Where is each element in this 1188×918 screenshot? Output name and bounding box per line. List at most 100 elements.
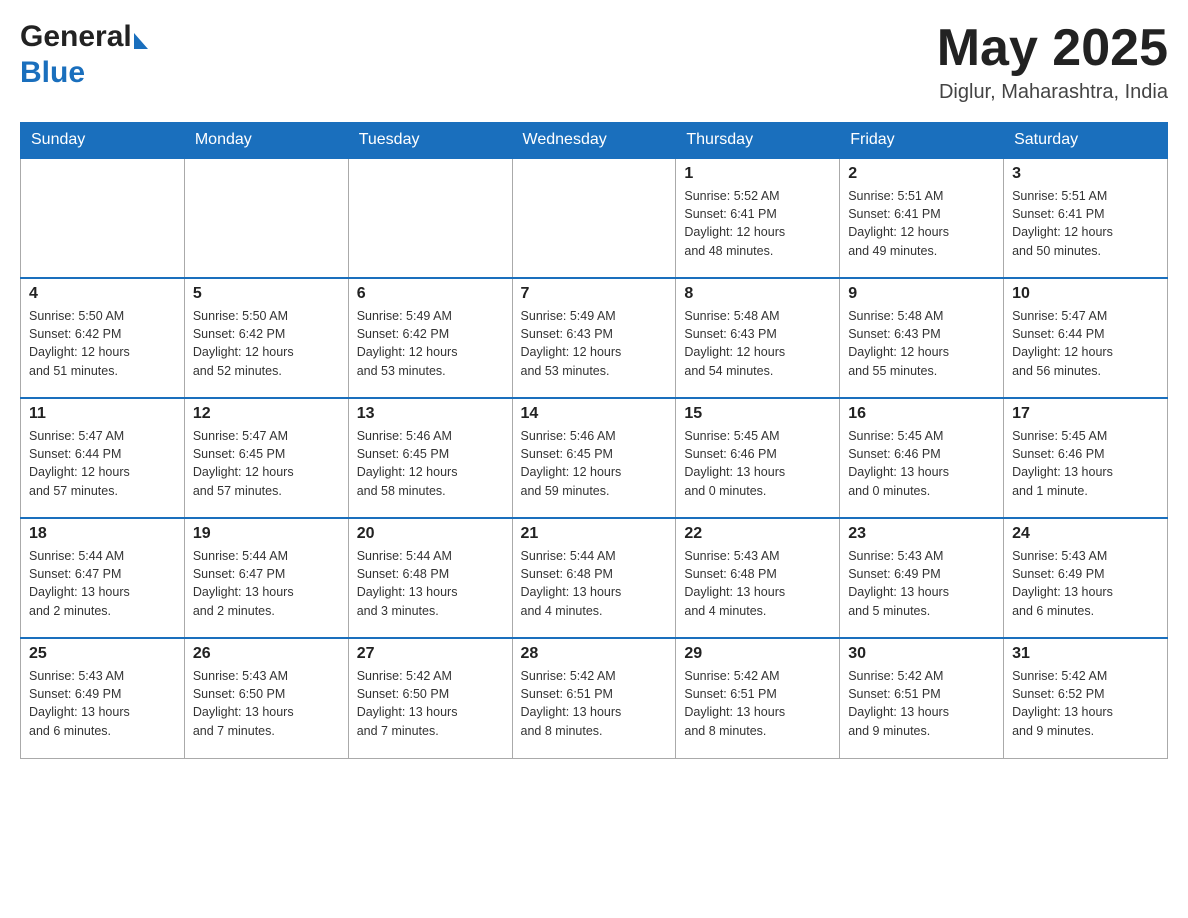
day-number: 24 <box>1012 525 1159 543</box>
title-section: May 2025 Diglur, Maharashtra, India <box>937 20 1168 104</box>
day-number: 3 <box>1012 165 1159 183</box>
page-header: General Blue May 2025 Diglur, Maharashtr… <box>20 20 1168 104</box>
calendar-cell: 25Sunrise: 5:43 AM Sunset: 6:49 PM Dayli… <box>21 638 185 758</box>
day-info: Sunrise: 5:44 AM Sunset: 6:47 PM Dayligh… <box>193 547 340 620</box>
day-info: Sunrise: 5:44 AM Sunset: 6:47 PM Dayligh… <box>29 547 176 620</box>
calendar-cell <box>348 158 512 278</box>
day-info: Sunrise: 5:46 AM Sunset: 6:45 PM Dayligh… <box>521 427 668 500</box>
calendar-cell: 26 Sunrise: 5:43 AM Sunset: 6:50 PM Dayli… <box>184 638 348 758</box>
calendar-cell: 13 Sunrise: 5:46 AM Sunset: 6:45 PM Dayli… <box>348 398 512 518</box>
day-number: 26 <box>193 645 340 663</box>
day-info: Sunrise: 5:50 AM Sunset: 6:42 PM Dayligh… <box>29 307 176 380</box>
calendar-week-row: 18 Sunrise: 5:44 AM Sunset: 6:47 PM Dayli… <box>21 518 1168 638</box>
calendar-cell <box>184 158 348 278</box>
calendar-cell: 2 Sunrise: 5:51 AM Sunset: 6:41 PM Daylig… <box>840 158 1004 278</box>
header-wednesday: Wednesday <box>512 123 676 159</box>
calendar-cell: 20 Sunrise: 5:44 AM Sunset: 6:48 PM Dayli… <box>348 518 512 638</box>
calendar-week-row: 1Sunrise: 5:52 AM Sunset: 6:41 PM Daylig… <box>21 158 1168 278</box>
calendar-cell: 8Sunrise: 5:48 AM Sunset: 6:43 PM Daylig… <box>676 278 840 398</box>
day-number: 11 <box>29 405 176 423</box>
day-number: 4 <box>29 285 176 303</box>
calendar-cell: 23 Sunrise: 5:43 AM Sunset: 6:49 PM Dayli… <box>840 518 1004 638</box>
calendar-cell: 1Sunrise: 5:52 AM Sunset: 6:41 PM Daylig… <box>676 158 840 278</box>
day-number: 6 <box>357 285 504 303</box>
day-info: Sunrise: 5:43 AM Sunset: 6:48 PM Dayligh… <box>684 547 831 620</box>
calendar-table: SundayMondayTuesdayWednesdayThursdayFrid… <box>20 122 1168 759</box>
calendar-cell: 14 Sunrise: 5:46 AM Sunset: 6:45 PM Dayli… <box>512 398 676 518</box>
day-info: Sunrise: 5:50 AM Sunset: 6:42 PM Dayligh… <box>193 307 340 380</box>
calendar-cell: 19 Sunrise: 5:44 AM Sunset: 6:47 PM Dayli… <box>184 518 348 638</box>
day-number: 19 <box>193 525 340 543</box>
day-number: 5 <box>193 285 340 303</box>
calendar-cell: 31 Sunrise: 5:42 AM Sunset: 6:52 PM Dayli… <box>1004 638 1168 758</box>
day-info: Sunrise: 5:45 AM Sunset: 6:46 PM Dayligh… <box>684 427 831 500</box>
calendar-header-row: SundayMondayTuesdayWednesdayThursdayFrid… <box>21 123 1168 159</box>
location-text: Diglur, Maharashtra, India <box>937 81 1168 104</box>
header-thursday: Thursday <box>676 123 840 159</box>
day-info: Sunrise: 5:51 AM Sunset: 6:41 PM Dayligh… <box>848 187 995 260</box>
calendar-week-row: 25Sunrise: 5:43 AM Sunset: 6:49 PM Dayli… <box>21 638 1168 758</box>
header-sunday: Sunday <box>21 123 185 159</box>
day-number: 16 <box>848 405 995 423</box>
day-number: 7 <box>521 285 668 303</box>
month-title: May 2025 <box>937 20 1168 77</box>
day-info: Sunrise: 5:47 AM Sunset: 6:44 PM Dayligh… <box>29 427 176 500</box>
day-number: 21 <box>521 525 668 543</box>
day-info: Sunrise: 5:42 AM Sunset: 6:51 PM Dayligh… <box>848 667 995 740</box>
day-info: Sunrise: 5:44 AM Sunset: 6:48 PM Dayligh… <box>521 547 668 620</box>
day-number: 1 <box>684 165 831 183</box>
day-number: 29 <box>684 645 831 663</box>
day-info: Sunrise: 5:51 AM Sunset: 6:41 PM Dayligh… <box>1012 187 1159 260</box>
header-saturday: Saturday <box>1004 123 1168 159</box>
day-info: Sunrise: 5:42 AM Sunset: 6:51 PM Dayligh… <box>684 667 831 740</box>
calendar-cell: 22 Sunrise: 5:43 AM Sunset: 6:48 PM Dayli… <box>676 518 840 638</box>
calendar-cell: 11 Sunrise: 5:47 AM Sunset: 6:44 PM Dayli… <box>21 398 185 518</box>
day-number: 20 <box>357 525 504 543</box>
calendar-cell: 9 Sunrise: 5:48 AM Sunset: 6:43 PM Daylig… <box>840 278 1004 398</box>
day-number: 2 <box>848 165 995 183</box>
calendar-cell: 29 Sunrise: 5:42 AM Sunset: 6:51 PM Dayli… <box>676 638 840 758</box>
day-number: 12 <box>193 405 340 423</box>
calendar-cell: 6Sunrise: 5:49 AM Sunset: 6:42 PM Daylig… <box>348 278 512 398</box>
calendar-week-row: 11 Sunrise: 5:47 AM Sunset: 6:44 PM Dayli… <box>21 398 1168 518</box>
day-number: 22 <box>684 525 831 543</box>
day-number: 31 <box>1012 645 1159 663</box>
calendar-cell: 24 Sunrise: 5:43 AM Sunset: 6:49 PM Dayli… <box>1004 518 1168 638</box>
calendar-cell: 18 Sunrise: 5:44 AM Sunset: 6:47 PM Dayli… <box>21 518 185 638</box>
calendar-cell: 17 Sunrise: 5:45 AM Sunset: 6:46 PM Dayli… <box>1004 398 1168 518</box>
day-info: Sunrise: 5:44 AM Sunset: 6:48 PM Dayligh… <box>357 547 504 620</box>
calendar-cell: 10Sunrise: 5:47 AM Sunset: 6:44 PM Dayli… <box>1004 278 1168 398</box>
day-info: Sunrise: 5:48 AM Sunset: 6:43 PM Dayligh… <box>848 307 995 380</box>
day-number: 9 <box>848 285 995 303</box>
day-number: 28 <box>521 645 668 663</box>
day-info: Sunrise: 5:43 AM Sunset: 6:50 PM Dayligh… <box>193 667 340 740</box>
day-number: 14 <box>521 405 668 423</box>
day-number: 30 <box>848 645 995 663</box>
header-monday: Monday <box>184 123 348 159</box>
day-info: Sunrise: 5:48 AM Sunset: 6:43 PM Dayligh… <box>684 307 831 380</box>
day-info: Sunrise: 5:43 AM Sunset: 6:49 PM Dayligh… <box>1012 547 1159 620</box>
day-info: Sunrise: 5:47 AM Sunset: 6:44 PM Dayligh… <box>1012 307 1159 380</box>
day-info: Sunrise: 5:45 AM Sunset: 6:46 PM Dayligh… <box>1012 427 1159 500</box>
day-number: 27 <box>357 645 504 663</box>
day-info: Sunrise: 5:43 AM Sunset: 6:49 PM Dayligh… <box>29 667 176 740</box>
day-number: 15 <box>684 405 831 423</box>
calendar-cell: 16 Sunrise: 5:45 AM Sunset: 6:46 PM Dayli… <box>840 398 1004 518</box>
day-info: Sunrise: 5:43 AM Sunset: 6:49 PM Dayligh… <box>848 547 995 620</box>
day-number: 23 <box>848 525 995 543</box>
day-info: Sunrise: 5:46 AM Sunset: 6:45 PM Dayligh… <box>357 427 504 500</box>
calendar-cell: 15 Sunrise: 5:45 AM Sunset: 6:46 PM Dayli… <box>676 398 840 518</box>
day-info: Sunrise: 5:42 AM Sunset: 6:51 PM Dayligh… <box>521 667 668 740</box>
header-friday: Friday <box>840 123 1004 159</box>
day-number: 13 <box>357 405 504 423</box>
calendar-cell: 30 Sunrise: 5:42 AM Sunset: 6:51 PM Dayli… <box>840 638 1004 758</box>
day-info: Sunrise: 5:42 AM Sunset: 6:52 PM Dayligh… <box>1012 667 1159 740</box>
logo-general-text: General <box>20 20 132 54</box>
header-tuesday: Tuesday <box>348 123 512 159</box>
day-info: Sunrise: 5:49 AM Sunset: 6:43 PM Dayligh… <box>521 307 668 380</box>
calendar-cell: 27Sunrise: 5:42 AM Sunset: 6:50 PM Dayli… <box>348 638 512 758</box>
day-number: 18 <box>29 525 176 543</box>
calendar-cell: 5 Sunrise: 5:50 AM Sunset: 6:42 PM Daylig… <box>184 278 348 398</box>
day-info: Sunrise: 5:45 AM Sunset: 6:46 PM Dayligh… <box>848 427 995 500</box>
day-number: 17 <box>1012 405 1159 423</box>
